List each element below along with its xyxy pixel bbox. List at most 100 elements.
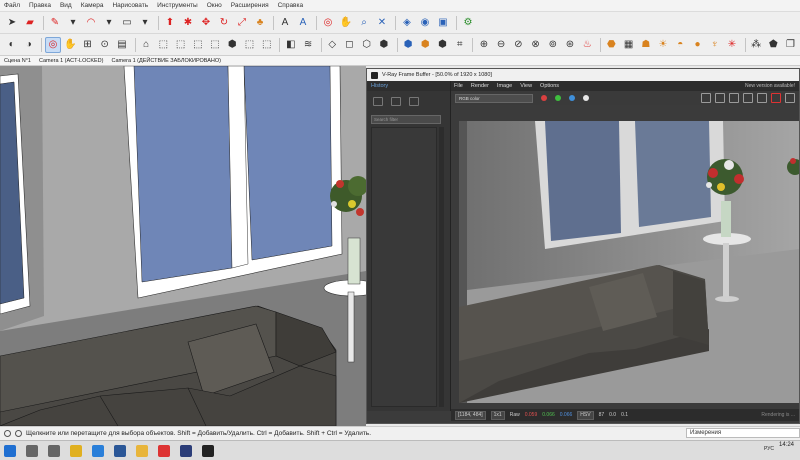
zoom-window-icon[interactable]: ⊞ — [80, 37, 95, 53]
red-channel-button[interactable] — [541, 95, 547, 101]
render-icon[interactable]: ♨ — [580, 37, 595, 53]
select-arrow-icon[interactable]: ➤ — [4, 15, 20, 31]
interactive-render-icon[interactable]: ⬣ — [604, 37, 619, 53]
solid-trim-icon[interactable]: ⊘ — [511, 37, 526, 53]
save-image-icon[interactable] — [701, 93, 711, 103]
history-open-icon[interactable] — [373, 97, 383, 106]
fog-icon[interactable]: ≋ — [300, 37, 315, 53]
sketchup-viewport[interactable] — [0, 66, 366, 426]
paint-icon[interactable]: ◑ — [21, 37, 36, 53]
right-view-icon[interactable]: ⬚ — [242, 37, 257, 53]
zoom-select[interactable]: 1x1 — [490, 410, 505, 420]
back-view-icon[interactable]: ⬚ — [173, 37, 188, 53]
shadows-icon[interactable]: ◧ — [283, 37, 298, 53]
zoom-extents-icon[interactable]: ✕ — [374, 15, 390, 31]
textured-icon[interactable]: ⬢ — [418, 37, 433, 53]
history-scrollbar[interactable] — [439, 127, 444, 407]
chrome-icon[interactable] — [70, 444, 82, 457]
photoshop-icon[interactable] — [180, 444, 192, 457]
menu-item[interactable]: Вид — [60, 2, 72, 9]
rotate-icon[interactable]: ↻ — [216, 15, 232, 31]
search-icon[interactable] — [26, 444, 38, 457]
left-view-icon[interactable]: ⬚ — [190, 37, 205, 53]
pan-icon[interactable]: ✋ — [63, 37, 78, 53]
dome-light-icon[interactable]: ◓ — [673, 37, 688, 53]
history-clear-icon[interactable] — [409, 97, 419, 106]
styles-icon[interactable]: ▣ — [435, 15, 451, 31]
scene-tab[interactable]: Camera 1 (ACT-LOCKED) — [39, 58, 104, 64]
vfb-menu-item[interactable]: File — [454, 83, 463, 89]
extension-warehouse-icon[interactable]: ⚙ — [460, 15, 476, 31]
move-icon[interactable]: ✥ — [198, 15, 214, 31]
task-view-icon[interactable] — [48, 444, 60, 457]
pencil-icon[interactable]: ✎ — [47, 15, 63, 31]
render-image[interactable] — [459, 121, 799, 403]
explorer-icon[interactable] — [136, 444, 148, 457]
solid-subtract-icon[interactable]: ⊖ — [494, 37, 509, 53]
history-save-icon[interactable] — [391, 97, 401, 106]
color-space-select[interactable]: HSV — [577, 410, 594, 420]
orbit-icon[interactable]: ◎ — [320, 15, 336, 31]
scene-tab[interactable]: Сцена N°1 — [4, 58, 31, 64]
ies-light-icon[interactable]: ♆ — [707, 37, 722, 53]
history-list[interactable] — [371, 127, 437, 407]
clock[interactable]: 14:24 — [779, 442, 794, 448]
previous-view-icon[interactable]: ⊙ — [97, 37, 112, 53]
menu-item[interactable]: Инструменты — [157, 2, 198, 9]
materials-icon[interactable]: ◉ — [417, 15, 433, 31]
sphere-light-icon[interactable]: ● — [690, 37, 705, 53]
measurements-box[interactable]: Измерения — [686, 428, 800, 438]
select-tool-icon[interactable]: ◐ — [4, 37, 19, 53]
menu-item[interactable]: Правка — [29, 2, 51, 9]
components-icon[interactable]: ◈ — [399, 15, 415, 31]
menu-item[interactable]: Нарисовать — [112, 2, 148, 9]
follow-me-icon[interactable]: ✱ — [180, 15, 196, 31]
render-teapot-icon[interactable] — [771, 93, 781, 103]
vfb-title-bar[interactable]: V-Ray Frame Buffer - [50.0% of 1920 x 10… — [367, 69, 799, 81]
vfb-menu-item[interactable]: View — [520, 83, 532, 89]
3d-text-icon[interactable]: A — [295, 15, 311, 31]
green-channel-button[interactable] — [555, 95, 561, 101]
edge-style-icon[interactable]: ◇ — [325, 37, 340, 53]
language-indicator[interactable]: РУС — [764, 446, 774, 452]
proxy-icon[interactable]: ✳ — [724, 37, 739, 53]
scene-tab[interactable]: Camera 1 (ДЕЙСТВИЕ ЗАБЛОКИРОВАНО) — [111, 58, 221, 64]
menu-item[interactable]: Справка — [278, 2, 304, 9]
copy-icon[interactable]: ❐ — [783, 37, 798, 53]
vfb-menu-item[interactable]: Options — [540, 83, 559, 89]
fur-icon[interactable]: ⁂ — [748, 37, 763, 53]
hidden-line-icon[interactable]: ⬢ — [376, 37, 391, 53]
region-render-icon[interactable] — [729, 93, 739, 103]
top-view-icon[interactable]: ⬚ — [207, 37, 222, 53]
track-mouse-icon[interactable] — [743, 93, 753, 103]
stop-render-icon[interactable] — [785, 93, 795, 103]
monochrome-icon[interactable]: ⬢ — [435, 37, 450, 53]
arc-icon[interactable]: ◠ — [83, 15, 99, 31]
mono-channel-button[interactable] — [583, 95, 589, 101]
dropdown-icon[interactable]: ▾ — [65, 15, 81, 31]
mesh-light-icon[interactable]: ⬟ — [766, 37, 781, 53]
push-pull-icon[interactable]: ⬆ — [162, 15, 178, 31]
eraser-icon[interactable]: ▰ — [22, 15, 38, 31]
vfb-menu-item[interactable]: Image — [497, 83, 512, 89]
frame-buffer-icon[interactable]: ▦ — [621, 37, 636, 53]
sun-icon[interactable]: ☀ — [655, 37, 670, 53]
scale-icon[interactable]: ⤢ — [234, 15, 250, 31]
clear-image-icon[interactable] — [715, 93, 725, 103]
word-icon[interactable] — [114, 444, 126, 457]
vray-frame-buffer-window[interactable]: V-Ray Frame Buffer - [50.0% of 1920 x 10… — [366, 68, 800, 424]
edge-icon[interactable] — [92, 444, 104, 457]
dropdown-icon[interactable]: ▾ — [137, 15, 153, 31]
rectangle-icon[interactable]: ▭ — [119, 15, 135, 31]
text-icon[interactable]: A — [277, 15, 293, 31]
info-icon[interactable] — [4, 430, 11, 437]
section-plane-icon[interactable]: ▤ — [114, 37, 129, 53]
orbit-icon[interactable]: ◎ — [45, 36, 61, 53]
solid-union-icon[interactable]: ⊕ — [476, 37, 491, 53]
pan-icon[interactable]: ✋ — [338, 15, 354, 31]
camera-icon[interactable]: ⌂ — [139, 37, 154, 53]
menu-item[interactable]: Расширения — [231, 2, 269, 9]
front-view-icon[interactable]: ⬚ — [156, 37, 171, 53]
channel-select[interactable]: RGB color — [455, 93, 533, 103]
sketchup-icon[interactable] — [158, 444, 170, 457]
